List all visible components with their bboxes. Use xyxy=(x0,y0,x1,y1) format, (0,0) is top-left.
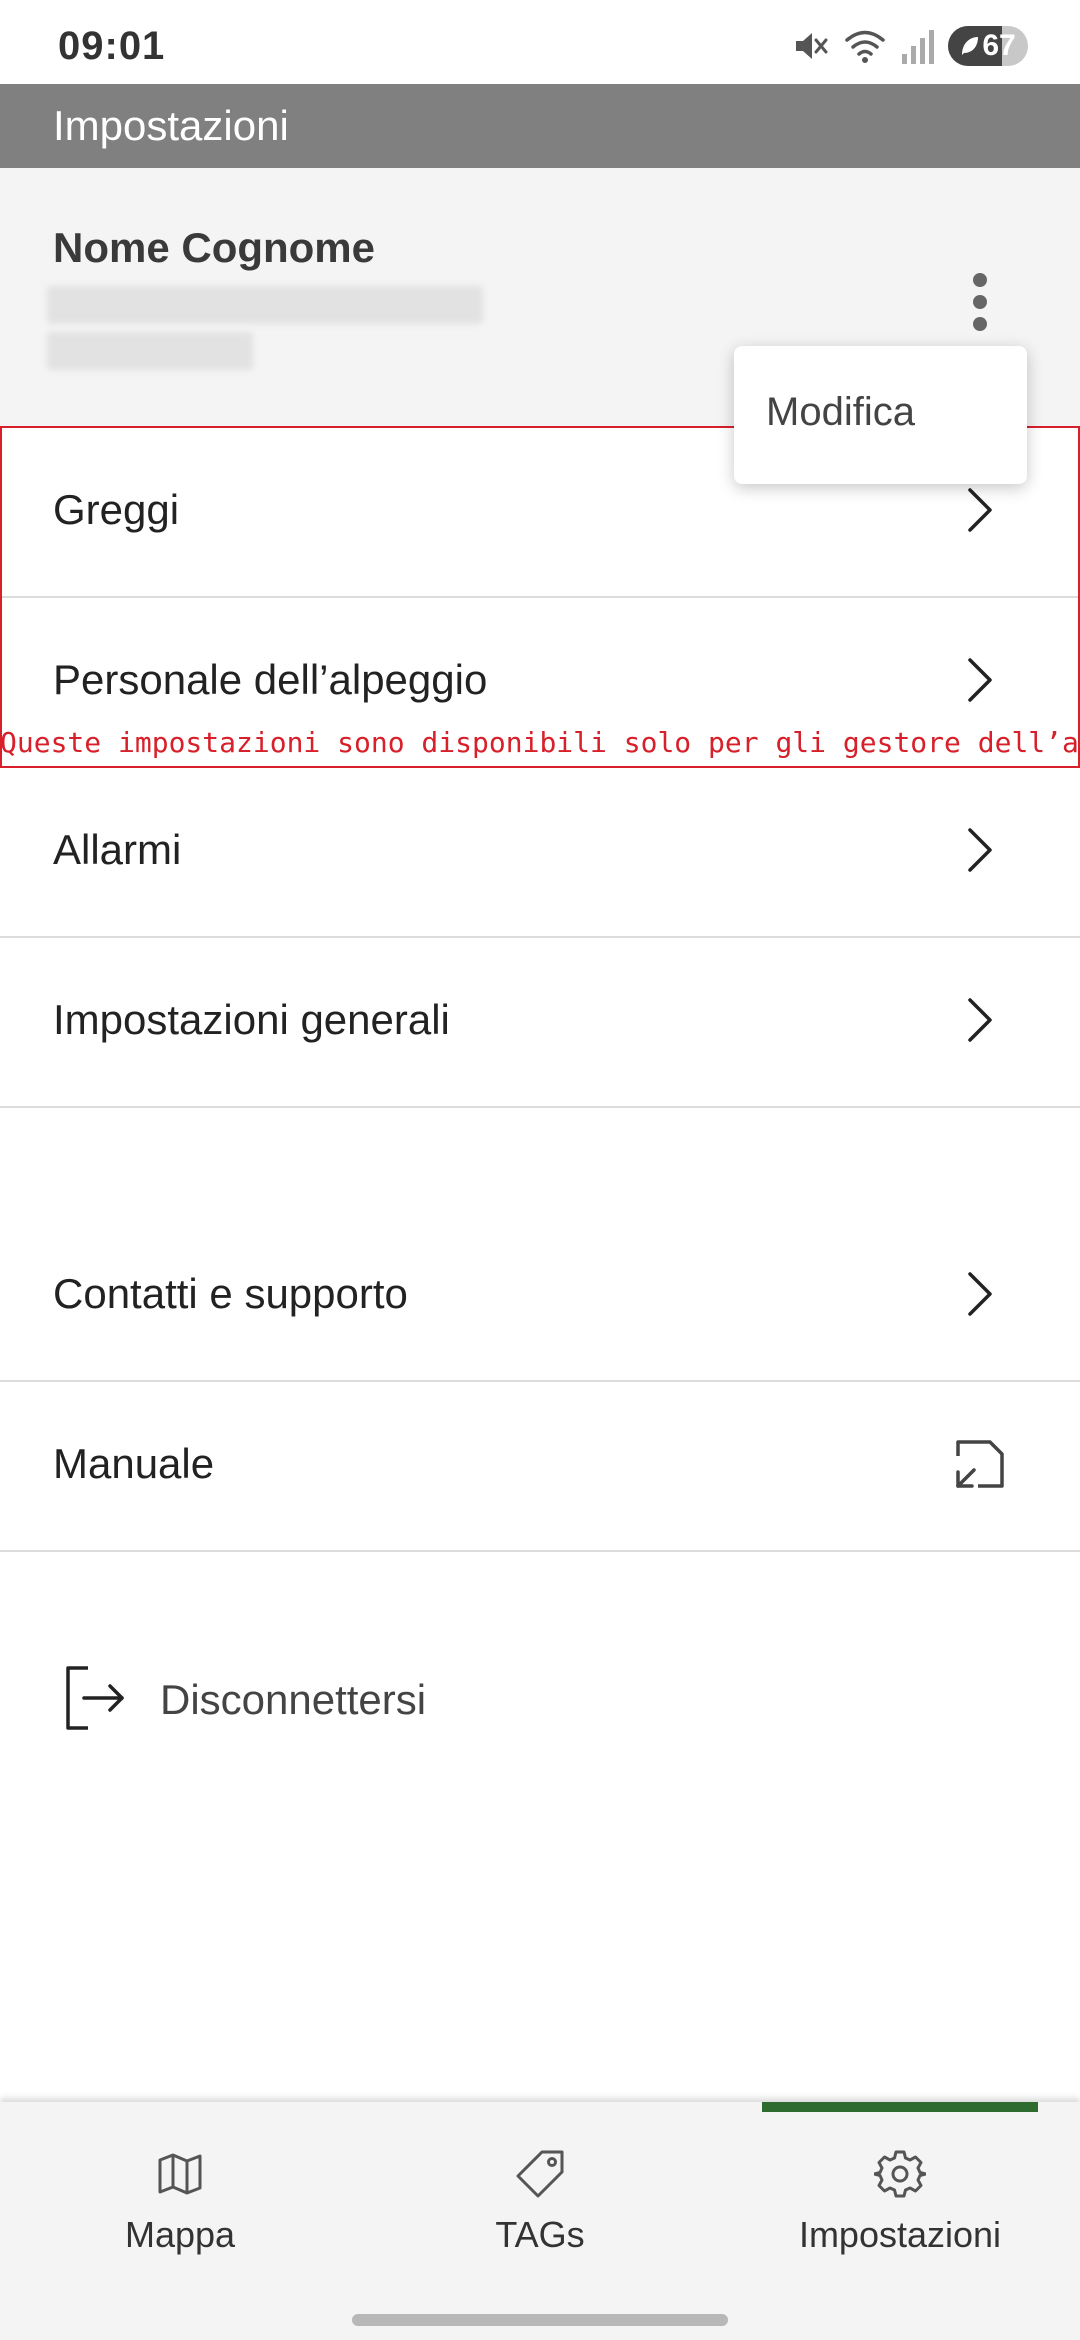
redacted-email xyxy=(47,286,483,324)
page-title: Impostazioni xyxy=(53,102,289,149)
home-indicator[interactable] xyxy=(352,2314,728,2326)
profile-name: Nome Cognome xyxy=(53,224,376,271)
logout-icon xyxy=(60,1662,130,1739)
wifi-icon xyxy=(844,26,886,66)
chevron-right-icon xyxy=(962,1268,998,1325)
settings-item-contatti[interactable]: Contatti e supporto xyxy=(0,1212,1080,1382)
settings-item-allarmi[interactable]: Allarmi xyxy=(0,768,1080,938)
chevron-right-icon xyxy=(962,654,998,711)
logout-button[interactable]: Disconnettersi xyxy=(60,1660,500,1740)
status-time: 09:01 xyxy=(58,24,166,68)
status-icons: 67 xyxy=(790,22,1028,70)
restricted-settings-note: Queste impostazioni sono disponibili sol… xyxy=(0,726,1080,759)
battery-text: 67 xyxy=(948,26,1028,66)
chevron-right-icon xyxy=(962,824,998,881)
status-bar: 09:01 67 xyxy=(0,0,1080,84)
more-vert-icon[interactable] xyxy=(954,260,1006,344)
nav-tab-label: Mappa xyxy=(124,2214,236,2255)
logout-label: Disconnettersi xyxy=(160,1676,427,1723)
battery-level: 67 xyxy=(982,29,1016,62)
settings-item-label: Manuale xyxy=(53,1440,215,1487)
signal-icon xyxy=(900,26,934,66)
menu-item-modifica[interactable]: Modifica xyxy=(766,390,915,435)
gear-icon xyxy=(874,2146,926,2202)
bottom-navigation: Mappa TAGs Impostazioni xyxy=(0,2102,1080,2340)
settings-screen: 09:01 67 Impostazioni Nome Cognome Gregg… xyxy=(0,0,1080,2340)
map-icon xyxy=(156,2146,204,2202)
settings-item-label: Impostazioni generali xyxy=(53,996,450,1043)
mute-icon xyxy=(790,26,830,66)
nav-tab-label: Impostazioni xyxy=(798,2214,1002,2255)
leaf-icon xyxy=(960,35,980,57)
tag-icon xyxy=(514,2146,566,2202)
redacted-detail xyxy=(47,332,253,370)
settings-item-impostazioni-generali[interactable]: Impostazioni generali xyxy=(0,938,1080,1108)
chevron-right-icon xyxy=(962,484,998,541)
settings-item-manuale[interactable]: Manuale xyxy=(0,1382,1080,1552)
chevron-right-icon xyxy=(962,994,998,1051)
nav-tab-impostazioni[interactable]: Impostazioni xyxy=(720,2102,1080,2292)
nav-tab-tags[interactable]: TAGs xyxy=(360,2102,720,2292)
nav-tab-mappa[interactable]: Mappa xyxy=(0,2102,360,2292)
battery-icon: 67 xyxy=(948,26,1028,66)
active-tab-indicator xyxy=(762,2102,1038,2112)
external-link-icon xyxy=(950,1434,1010,1499)
settings-item-label: Personale dell’alpeggio xyxy=(53,656,488,703)
profile-options-menu: Modifica xyxy=(734,346,1027,484)
settings-item-label: Allarmi xyxy=(53,826,182,873)
app-bar: Impostazioni xyxy=(0,84,1080,168)
settings-item-label: Contatti e supporto xyxy=(53,1270,408,1317)
settings-item-label: Greggi xyxy=(53,486,180,533)
nav-tab-label: TAGs xyxy=(495,2214,585,2255)
